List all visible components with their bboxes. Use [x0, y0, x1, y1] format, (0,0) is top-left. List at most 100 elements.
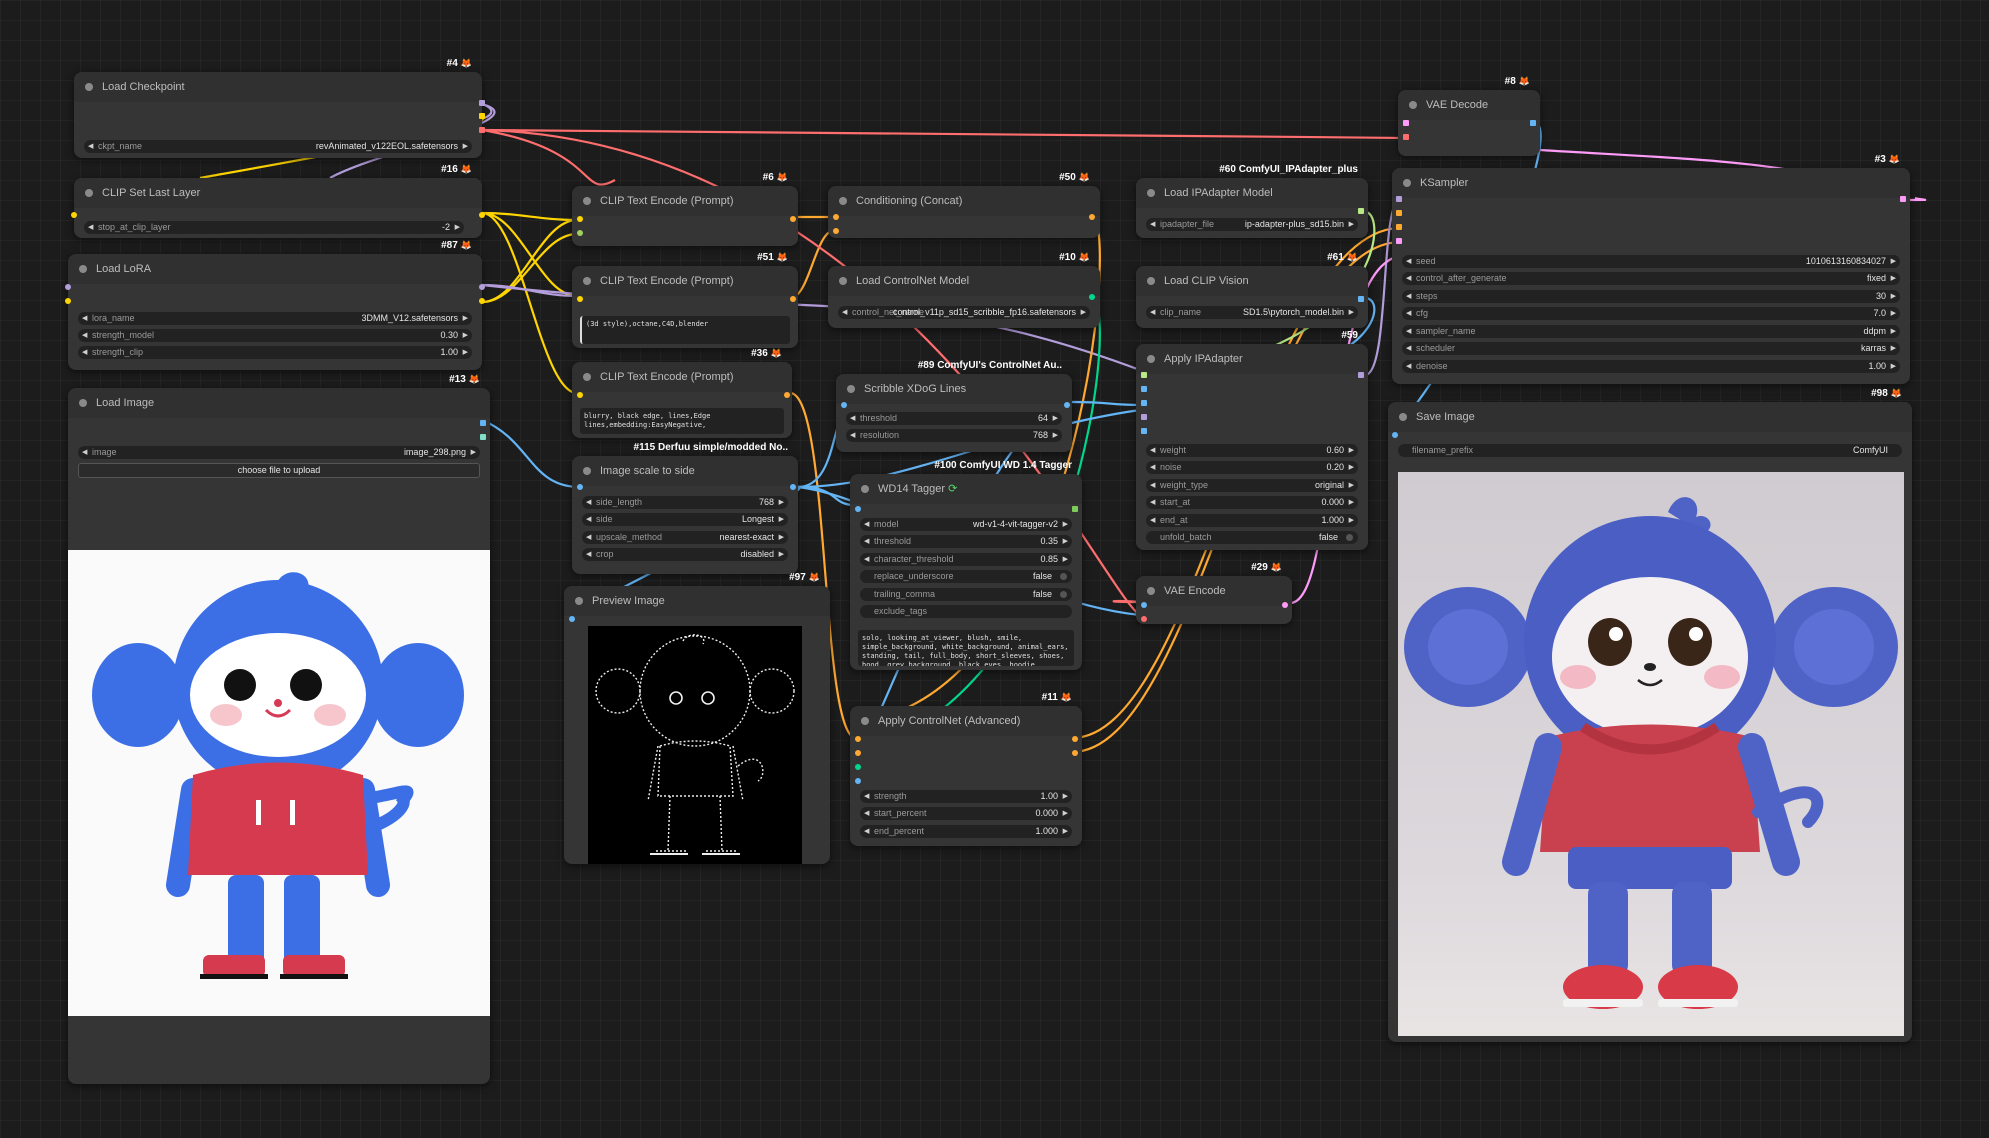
- node-title[interactable]: Load IPAdapter Model: [1136, 178, 1368, 208]
- input-conditioning-from-port[interactable]: [833, 228, 839, 234]
- input-positive-port[interactable]: [855, 736, 861, 742]
- output-vae-port[interactable]: [479, 127, 485, 133]
- node-vae-encode[interactable]: #29 🦊 VAE Encode: [1136, 562, 1292, 624]
- input-image-port[interactable]: [855, 506, 861, 512]
- scheduler-widget[interactable]: schedulerkarras: [1402, 342, 1900, 355]
- control-net-name-widget[interactable]: control_net_namecontrol_v11p_sd15_scribb…: [838, 306, 1090, 319]
- output-conditioning-port[interactable]: [790, 216, 796, 222]
- output-clip-vision-port[interactable]: [1358, 296, 1364, 302]
- node-scribble-xdog-lines[interactable]: #89 ComfyUI's ControlNet Au.. Scribble X…: [836, 360, 1072, 452]
- output-clip-port[interactable]: [479, 298, 485, 304]
- input-image-port[interactable]: [855, 778, 861, 784]
- input-positive-port[interactable]: [1396, 210, 1402, 216]
- end-percent-widget[interactable]: end_percent1.000: [860, 825, 1072, 838]
- output-negative-port[interactable]: [1072, 750, 1078, 756]
- cfg-widget[interactable]: cfg7.0: [1402, 307, 1900, 320]
- denoise-widget[interactable]: denoise1.00: [1402, 360, 1900, 373]
- node-clip-set-last-layer[interactable]: #16🦊 CLIP Set Last Layer stop_at_clip_la…: [71, 164, 485, 238]
- upload-button[interactable]: choose file to upload: [78, 463, 480, 478]
- node-title[interactable]: Save Image: [1388, 402, 1912, 432]
- output-conditioning-port[interactable]: [784, 392, 790, 398]
- node-clip-text-encode-negative[interactable]: #36 🦊 CLIP Text Encode (Prompt) blurry, b…: [572, 348, 792, 438]
- node-save-image[interactable]: #98 🦊 Save Image filename_prefix ComfyUI: [1388, 388, 1912, 1042]
- input-clip-vision-port[interactable]: [1141, 386, 1147, 392]
- input-image-port[interactable]: [1141, 400, 1147, 406]
- input-clip-port[interactable]: [65, 298, 71, 304]
- node-title[interactable]: Preview Image: [564, 586, 830, 616]
- output-clip-port[interactable]: [479, 212, 485, 218]
- resolution-widget[interactable]: resolution768: [846, 429, 1062, 442]
- input-latent-port[interactable]: [1396, 238, 1402, 244]
- node-title[interactable]: CLIP Text Encode (Prompt): [572, 362, 792, 392]
- node-apply-ipadapter[interactable]: #59 Apply IPAdapter weight0.60 noise0.20…: [1136, 330, 1368, 550]
- trailing-comma-toggle[interactable]: trailing_comma false: [860, 588, 1072, 601]
- output-positive-port[interactable]: [1072, 736, 1078, 742]
- input-images-port[interactable]: [569, 616, 575, 622]
- threshold-widget[interactable]: threshold64: [846, 412, 1062, 425]
- input-negative-port[interactable]: [1396, 224, 1402, 230]
- prompt-text-area[interactable]: (3d style),octane,C4D,blender: [580, 316, 790, 344]
- node-title[interactable]: Image scale to side: [572, 456, 798, 486]
- control-after-generate-widget[interactable]: control_after_generatefixed: [1402, 272, 1900, 285]
- side-widget[interactable]: sideLongest: [582, 513, 788, 526]
- node-title[interactable]: VAE Decode: [1398, 90, 1540, 120]
- output-latent-port[interactable]: [1282, 602, 1288, 608]
- clip-name-widget[interactable]: clip_nameSD1.5\pytorch_model.bin: [1146, 306, 1358, 319]
- steps-widget[interactable]: steps30: [1402, 290, 1900, 303]
- model-widget[interactable]: modelwd-v1-4-vit-tagger-v2: [860, 518, 1072, 531]
- input-model-port[interactable]: [1396, 196, 1402, 202]
- node-title[interactable]: CLIP Text Encode (Prompt): [572, 186, 798, 216]
- stop-at-clip-layer-widget[interactable]: stop_at_clip_layer-2: [84, 221, 464, 234]
- input-vae-port[interactable]: [1141, 616, 1147, 622]
- start-percent-widget[interactable]: start_percent0.000: [860, 807, 1072, 820]
- unfold-batch-toggle[interactable]: unfold_batch false: [1146, 531, 1358, 544]
- seed-widget[interactable]: seed1010613160834027: [1402, 255, 1900, 268]
- lora-name-widget[interactable]: lora_name3DMM_V12.safetensors: [78, 312, 472, 325]
- input-clip-port[interactable]: [71, 212, 77, 218]
- output-string-port[interactable]: [1072, 506, 1078, 512]
- upscale-method-widget[interactable]: upscale_methodnearest-exact: [582, 531, 788, 544]
- weight-type-widget[interactable]: weight_typeoriginal: [1146, 479, 1358, 492]
- node-clip-text-encode-positive-b[interactable]: #51 🦊 CLIP Text Encode (Prompt) (3d style…: [572, 252, 798, 348]
- node-title[interactable]: Load CLIP Vision: [1136, 266, 1368, 296]
- image-file-widget[interactable]: imageimage_298.png: [78, 446, 480, 459]
- input-pixels-port[interactable]: [1141, 602, 1147, 608]
- input-image-port[interactable]: [841, 402, 847, 408]
- node-conditioning-concat[interactable]: #50 🦊 Conditioning (Concat): [828, 172, 1100, 238]
- node-load-ipadapter-model[interactable]: #60 ComfyUI_IPAdapter_plus Load IPAdapte…: [1136, 164, 1368, 238]
- strength-model-widget[interactable]: strength_model0.30: [78, 329, 472, 342]
- input-attn-mask-port[interactable]: [1141, 428, 1147, 434]
- node-title[interactable]: KSampler: [1392, 168, 1910, 198]
- output-ipadapter-port[interactable]: [1358, 208, 1364, 214]
- input-model-port[interactable]: [1141, 414, 1147, 420]
- weight-widget[interactable]: weight0.60: [1146, 444, 1358, 457]
- ckpt-name-widget[interactable]: ckpt_namerevAnimated_v122EOL.safetensors: [84, 140, 472, 153]
- input-model-port[interactable]: [65, 284, 71, 290]
- output-conditioning-port[interactable]: [790, 296, 796, 302]
- sampler-name-widget[interactable]: sampler_nameddpm: [1402, 325, 1900, 338]
- start-at-widget[interactable]: start_at0.000: [1146, 496, 1358, 509]
- output-clip-port[interactable]: [479, 113, 485, 119]
- noise-widget[interactable]: noise0.20: [1146, 461, 1358, 474]
- node-load-image[interactable]: #13🦊 Load Image imageimage_298.png choos…: [68, 374, 490, 1084]
- character-threshold-widget[interactable]: character_threshold0.85: [860, 553, 1072, 566]
- node-load-checkpoint[interactable]: #4🦊 Load Checkpoint ckpt_namerevAnimated…: [74, 58, 485, 158]
- input-images-port[interactable]: [1392, 432, 1398, 438]
- node-wd14-tagger[interactable]: #100 ComfyUI WD 1.4 Tagger WD14 Tagger ⟳…: [850, 460, 1082, 670]
- node-image-scale-to-side[interactable]: #115 Derfuu simple/modded No.. Image sca…: [572, 442, 798, 574]
- output-image-port[interactable]: [480, 420, 486, 426]
- input-clip-port[interactable]: [577, 296, 583, 302]
- strength-clip-widget[interactable]: strength_clip1.00: [78, 346, 472, 359]
- end-at-widget[interactable]: end_at1.000: [1146, 514, 1358, 527]
- input-text-port[interactable]: [577, 230, 583, 236]
- node-title[interactable]: WD14 Tagger ⟳: [850, 474, 1082, 504]
- input-clip-port[interactable]: [577, 216, 583, 222]
- node-title[interactable]: Load LoRA: [68, 254, 482, 284]
- crop-widget[interactable]: cropdisabled: [582, 548, 788, 561]
- node-title[interactable]: Apply ControlNet (Advanced): [850, 706, 1082, 736]
- side-length-widget[interactable]: side_length768: [582, 496, 788, 509]
- output-conditioning-port[interactable]: [1089, 214, 1095, 220]
- tags-output-text[interactable]: solo, looking_at_viewer, blush, smile, s…: [858, 630, 1074, 666]
- node-load-controlnet-model[interactable]: #10🦊 Load ControlNet Model control_net_n…: [828, 252, 1100, 328]
- output-model-port[interactable]: [479, 284, 485, 290]
